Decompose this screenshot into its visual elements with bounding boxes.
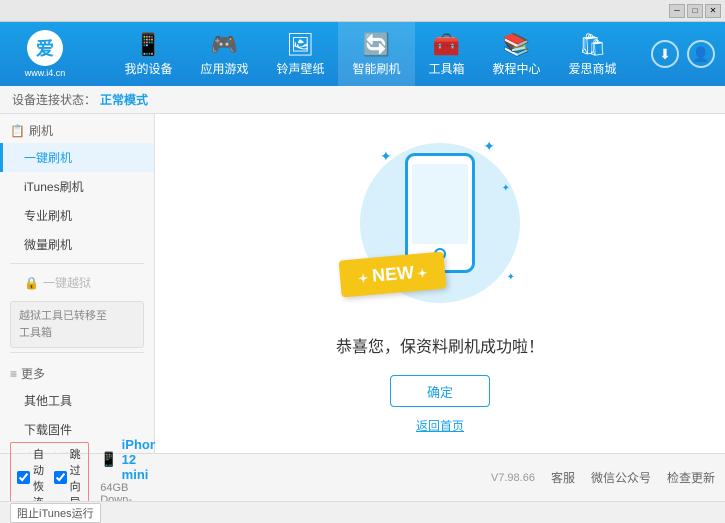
app-window: ─ □ ✕ 爱 www.i4.cn 📱 我的设备 🎮 应用游戏 🖼 铃声壁纸 🔄: [0, 0, 725, 523]
sidebar-divider-1: [10, 263, 144, 264]
download-firmware-label: 下载固件: [24, 423, 72, 437]
bottom-right: V7.98.66 客服 微信公众号 检查更新: [165, 469, 715, 486]
phone-illustration: ✦ ✦ ✦ ✦ NEW: [350, 133, 530, 313]
nav-right: ⬇ 👤: [651, 40, 725, 68]
sparkle-3: ✦: [502, 183, 510, 194]
nav-store[interactable]: 🛍 爱思商城: [555, 22, 631, 86]
logo: 爱 www.i4.cn: [0, 22, 90, 86]
nav-my-device-label: 我的设备: [124, 60, 172, 77]
nav-wallpaper-label: 铃声壁纸: [276, 60, 324, 77]
check-update-link[interactable]: 检查更新: [667, 469, 715, 486]
skip-wizard-text: 跳过向导: [70, 446, 83, 510]
sidebar-item-one-click-flash[interactable]: 一键刷机: [0, 143, 154, 172]
user-button[interactable]: 👤: [687, 40, 715, 68]
lock-icon: 🔒: [24, 276, 39, 290]
download-button[interactable]: ⬇: [651, 40, 679, 68]
itunes-flash-label: iTunes刷机: [24, 180, 84, 194]
auto-connect-text: 自动恢连: [33, 446, 46, 510]
nav-tutorial[interactable]: 📚 教程中心: [479, 22, 555, 86]
minimize-button[interactable]: ─: [669, 4, 685, 18]
sidebar-section-more: ≡ 更多: [0, 357, 154, 386]
nav-bar: 爱 www.i4.cn 📱 我的设备 🎮 应用游戏 🖼 铃声壁纸 🔄 智能刷机 …: [0, 22, 725, 86]
toolbox-icon: 🧰: [433, 32, 460, 58]
sidebar-item-save-flash[interactable]: 微量刷机: [0, 230, 154, 259]
nav-items: 📱 我的设备 🎮 应用游戏 🖼 铃声壁纸 🔄 智能刷机 🧰 工具箱 📚: [90, 22, 651, 86]
more-section-label: 更多: [21, 365, 45, 382]
jailbreak-section-label: 一键越狱: [43, 274, 91, 291]
more-section-icon: ≡: [10, 367, 17, 381]
title-bar: ─ □ ✕: [0, 0, 725, 22]
store-icon: 🛍: [579, 32, 607, 58]
sidebar-divider-2: [10, 352, 144, 353]
nav-toolbox[interactable]: 🧰 工具箱: [415, 22, 479, 86]
nav-tutorial-label: 教程中心: [493, 60, 541, 77]
logo-url: www.i4.cn: [25, 68, 66, 78]
content-row: 📋 刷机 一键刷机 iTunes刷机 专业刷机 微量刷机 🔒 一键越狱: [0, 114, 725, 453]
save-flash-label: 微量刷机: [24, 238, 72, 252]
apps-games-icon: 🎮: [211, 32, 238, 58]
sidebar-section-jailbreak: 🔒 一键越狱: [0, 268, 154, 297]
sidebar-item-other-tools[interactable]: 其他工具: [0, 386, 154, 415]
logo-icon: 爱: [27, 30, 63, 66]
sparkle-2: ✦: [483, 138, 495, 155]
auto-connect-checkbox[interactable]: [17, 471, 30, 484]
phone-screen: [412, 164, 468, 244]
bottom-wrapper: 自动恢连 跳过向导 📱 iPhone 12 mini 64GB Down-12m…: [0, 453, 725, 523]
stop-itunes-button[interactable]: 阻止iTunes运行: [10, 503, 101, 523]
nav-smart-flash-label: 智能刷机: [352, 60, 400, 77]
bottom-bar: 自动恢连 跳过向导 📱 iPhone 12 mini 64GB Down-12m…: [0, 453, 725, 501]
confirm-button[interactable]: 确定: [390, 375, 490, 407]
flash-section-label: 刷机: [29, 122, 53, 139]
jailbreak-note: 越狱工具已转移至 工具箱: [10, 301, 144, 348]
nav-wallpaper[interactable]: 🖼 铃声壁纸: [262, 22, 338, 86]
nav-store-label: 爱思商城: [569, 60, 617, 77]
nav-apps-games-label: 应用游戏: [200, 60, 248, 77]
customer-service-link[interactable]: 客服: [551, 469, 575, 486]
tutorial-icon: 📚: [503, 32, 530, 58]
sidebar-item-pro-flash[interactable]: 专业刷机: [0, 201, 154, 230]
stop-itunes-label: 阻止iTunes运行: [17, 508, 94, 520]
success-message: 恭喜您，保资料刷机成功啦！: [336, 333, 544, 357]
nav-apps-games[interactable]: 🎮 应用游戏: [186, 22, 262, 86]
sidebar: 📋 刷机 一键刷机 iTunes刷机 专业刷机 微量刷机 🔒 一键越狱: [0, 114, 155, 453]
skip-wizard-checkbox[interactable]: [54, 471, 67, 484]
nav-my-device[interactable]: 📱 我的设备: [110, 22, 186, 86]
one-click-flash-label: 一键刷机: [24, 151, 72, 165]
sparkle-1: ✦: [380, 148, 392, 165]
main-content: ✦ ✦ ✦ ✦ NEW 恭喜您，保资料刷机成功啦！ 确定 返回首页: [155, 114, 725, 453]
status-value: 正常模式: [100, 91, 148, 108]
back-home-link[interactable]: 返回首页: [416, 417, 464, 434]
device-storage: 64GB: [100, 482, 165, 494]
my-device-icon: 📱: [135, 32, 162, 58]
bottom-status-bar: 阻止iTunes运行: [0, 501, 725, 523]
close-button[interactable]: ✕: [705, 4, 721, 18]
sidebar-item-itunes-flash[interactable]: iTunes刷机: [0, 172, 154, 201]
skip-wizard-label[interactable]: 跳过向导: [54, 446, 83, 510]
device-icon: 📱: [100, 451, 117, 468]
flash-section-icon: 📋: [10, 124, 25, 138]
jailbreak-note-text: 越狱工具已转移至 工具箱: [19, 310, 107, 339]
pro-flash-label: 专业刷机: [24, 209, 72, 223]
nav-smart-flash[interactable]: 🔄 智能刷机: [338, 22, 414, 86]
sidebar-section-flash: 📋 刷机: [0, 114, 154, 143]
version-text: V7.98.66: [491, 472, 535, 484]
auto-connect-label[interactable]: 自动恢连: [17, 446, 46, 510]
status-bar: 设备连接状态： 正常模式: [0, 86, 725, 114]
wechat-link[interactable]: 微信公众号: [591, 469, 651, 486]
other-tools-label: 其他工具: [24, 394, 72, 408]
wallpaper-icon: 🖼: [287, 32, 315, 58]
nav-toolbox-label: 工具箱: [429, 60, 465, 77]
sparkle-4: ✦: [507, 272, 515, 283]
maximize-button[interactable]: □: [687, 4, 703, 18]
smart-flash-icon: 🔄: [363, 32, 390, 58]
status-label: 设备连接状态：: [12, 91, 96, 108]
